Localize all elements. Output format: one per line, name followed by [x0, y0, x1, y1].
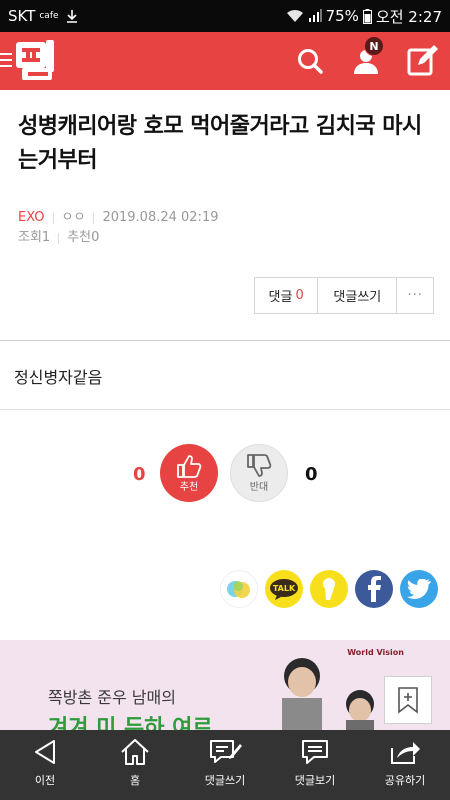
- write-button[interactable]: [394, 32, 450, 90]
- twitter-share-button[interactable]: [400, 570, 438, 608]
- recommend-label: 추천: [67, 230, 92, 245]
- nav-home[interactable]: 홈: [90, 730, 180, 800]
- kakaotalk-share-button[interactable]: TALK: [265, 570, 303, 608]
- clien-icon: [227, 581, 250, 598]
- status-bar: SKT cafe 75% 오전 2:27: [0, 0, 450, 32]
- pann-logo[interactable]: [14, 38, 56, 82]
- post-category[interactable]: EXO: [18, 208, 45, 228]
- comment-label: 댓글: [268, 290, 293, 305]
- comment-count-button[interactable]: 댓글 0: [255, 278, 319, 313]
- menu-icon[interactable]: [0, 50, 14, 70]
- facebook-icon: [368, 576, 381, 602]
- home-icon: [121, 739, 149, 765]
- vote-section: 0 추천 반대 0: [0, 444, 450, 504]
- nav-share[interactable]: 공유하기: [360, 730, 450, 800]
- upvote-button[interactable]: 추천: [160, 444, 218, 502]
- profile-button[interactable]: N: [338, 32, 394, 90]
- nav-back[interactable]: 이전: [0, 730, 90, 800]
- twitter-icon: [407, 579, 431, 599]
- kakaotalk-icon: TALK: [270, 579, 298, 600]
- bookmark-add-icon: [398, 687, 418, 714]
- ad-banner[interactable]: World Vision 쪽방촌 준우 남매의 겨겨 미 두하 여르: [0, 640, 450, 730]
- bottom-nav: 이전 홈 댓글쓰기 댓글보기 공유하기: [0, 730, 450, 800]
- comment-toolbar: 댓글 0 댓글쓰기 ···: [254, 277, 434, 314]
- ad-children-illustration: [282, 658, 374, 730]
- nav-share-label: 공유하기: [384, 774, 426, 787]
- wifi-icon: [286, 9, 303, 22]
- thumbs-down-icon: [247, 453, 272, 477]
- post-author: ㅇㅇ: [61, 210, 86, 225]
- ad-line-1: 쪽방촌 준우 남매의: [48, 688, 176, 707]
- signal-icon: [308, 9, 322, 22]
- back-icon: [35, 740, 55, 764]
- view-comments-icon: [302, 740, 328, 764]
- views-label: 조회: [18, 230, 42, 245]
- post-datetime: 2019.08.24 02:19: [102, 210, 219, 225]
- battery-icon: [362, 8, 372, 24]
- carrier-sub-label: cafe: [39, 11, 59, 21]
- nav-write-comment-label: 댓글쓰기: [204, 774, 246, 787]
- battery-percent: 75%: [325, 7, 359, 25]
- divider: [52, 212, 54, 224]
- nav-view-comments-label: 댓글보기: [294, 774, 336, 787]
- views-count: 1: [41, 230, 51, 245]
- kakaostory-share-button[interactable]: [310, 570, 348, 608]
- comment-count: 0: [295, 288, 304, 303]
- share-icon: [391, 742, 420, 764]
- post-meta: EXO ㅇㅇ 2019.08.24 02:19 조회 1 추천 0: [18, 208, 218, 248]
- search-button[interactable]: [282, 32, 338, 90]
- search-icon: [298, 49, 323, 74]
- divider: [93, 212, 95, 224]
- nav-view-comments[interactable]: 댓글보기: [270, 730, 360, 800]
- facebook-share-button[interactable]: [355, 570, 393, 608]
- nav-write-comment[interactable]: 댓글쓰기: [180, 730, 270, 800]
- bookmark-button[interactable]: [384, 676, 432, 724]
- edit-icon: [407, 45, 438, 76]
- post-title: 성병캐리어랑 호모 먹어줄거라고 김치국 마시는거부터: [18, 114, 422, 173]
- write-comment-button[interactable]: 댓글쓰기: [318, 278, 398, 313]
- thumbs-up-icon: [177, 454, 202, 478]
- share-bar: TALK: [0, 570, 450, 610]
- carrier-label: SKT: [8, 7, 36, 25]
- divider: [58, 232, 60, 244]
- upvote-label: 추천: [179, 481, 199, 493]
- downvote-label: 반대: [249, 481, 269, 493]
- kakaotalk-text: TALK: [273, 584, 296, 593]
- nav-back-label: 이전: [34, 774, 56, 787]
- notification-badge: N: [364, 36, 384, 56]
- download-icon: [66, 10, 77, 23]
- post-body: 정신병자같음: [14, 368, 103, 387]
- write-comment-icon: [210, 740, 242, 763]
- nav-home-label: 홈: [129, 774, 141, 787]
- kakaostory-icon: [323, 578, 335, 600]
- divider: [0, 340, 450, 341]
- clien-share-button[interactable]: [220, 570, 258, 608]
- clock: 오전 2:27: [375, 7, 442, 26]
- downvote-button[interactable]: 반대: [230, 444, 288, 502]
- ad-line-2: 겨겨 미 두하 여르: [48, 716, 213, 730]
- downvote-count: 0: [305, 464, 318, 485]
- more-button[interactable]: ···: [397, 278, 433, 313]
- app-bar: N: [0, 32, 450, 90]
- recommend-count: 0: [91, 230, 100, 245]
- upvote-count: 0: [133, 464, 146, 485]
- divider: [0, 409, 450, 410]
